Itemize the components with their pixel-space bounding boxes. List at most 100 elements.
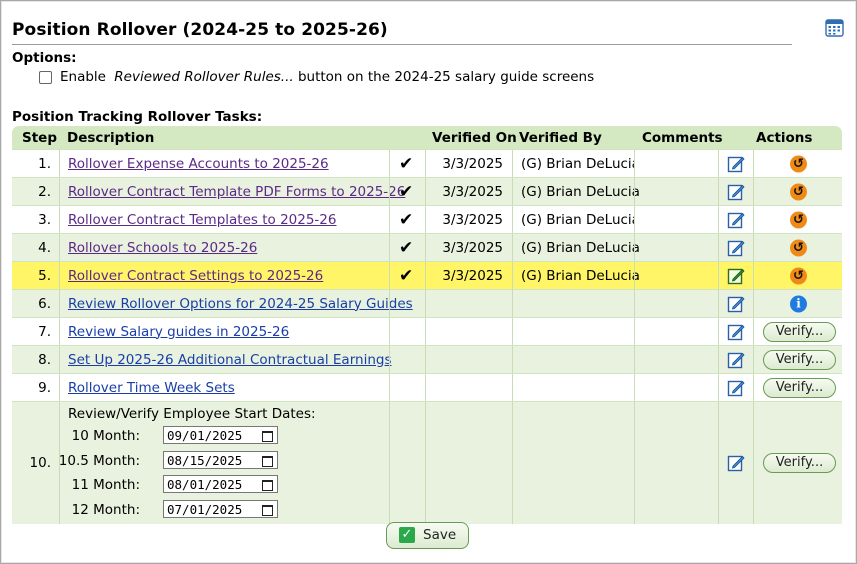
undo-icon[interactable]: ↺ (790, 183, 807, 200)
start-date-row: 11 Month: 08/01/2025 (60, 475, 380, 495)
calendar-picker-icon[interactable] (262, 455, 273, 467)
verified-by-cell (512, 402, 634, 524)
save-button[interactable]: ✓ Save (386, 522, 469, 549)
rollover-tasks-table: Step Description Verified On Verified By… (12, 126, 842, 524)
task-link[interactable]: Set Up 2025-26 Additional Contractual Ea… (68, 352, 392, 368)
edit-cell (718, 150, 753, 177)
verified-by-value: (G) Brian DeLucia (521, 211, 640, 228)
col-verified-on: Verified On (432, 130, 517, 146)
verified-on-cell (425, 402, 512, 524)
step-number: 3. (38, 211, 51, 228)
task-link[interactable]: Rollover Schools to 2025-26 (68, 240, 257, 256)
checkmark-icon: ✔ (399, 237, 414, 258)
verified-on-cell: 3/3/2025 (425, 234, 512, 261)
comments-cell (634, 346, 718, 373)
task-link[interactable]: Rollover Time Week Sets (68, 380, 235, 396)
step-cell: 7. (12, 318, 59, 345)
edit-note-icon[interactable] (727, 183, 745, 201)
edit-note-icon[interactable] (727, 351, 745, 369)
calendar-icon[interactable] (825, 18, 844, 37)
verified-by-cell: (G) Brian DeLucia (512, 150, 640, 177)
edit-cell (718, 234, 753, 261)
comments-cell (634, 178, 718, 205)
verified-by-value: (G) Brian DeLucia (521, 267, 640, 284)
verify-button[interactable]: Verify... (763, 453, 836, 473)
calendar-picker-icon[interactable] (262, 480, 273, 491)
description-cell: Rollover Contract Templates to 2025-26 (59, 206, 389, 233)
info-icon[interactable]: i (790, 295, 807, 312)
edit-note-icon[interactable] (727, 267, 745, 285)
verified-check-cell (389, 402, 425, 524)
table-row: 5. Rollover Contract Settings to 2025-26 ✔… (12, 261, 842, 289)
reviewed-rollover-rules-checkbox[interactable] (39, 70, 52, 84)
col-description: Description (67, 130, 155, 146)
save-label: Save (423, 527, 457, 543)
task-link[interactable]: Rollover Contract Settings to 2025-26 (68, 268, 323, 284)
step-number: 10. (29, 455, 51, 471)
verified-check-cell (389, 290, 425, 317)
verified-on-cell: 3/3/2025 (425, 206, 512, 233)
description-cell: Rollover Time Week Sets (59, 374, 389, 401)
start-date-input[interactable]: 08/15/2025 (163, 450, 278, 469)
calendar-picker-icon[interactable] (262, 431, 273, 442)
task-link[interactable]: Rollover Contract Templates to 2025-26 (68, 212, 336, 228)
edit-note-icon[interactable] (727, 454, 745, 472)
title-bar: Position Rollover (2024-25 to 2025-26) (12, 14, 792, 45)
edit-note-icon[interactable] (727, 323, 745, 341)
task-link[interactable]: Review Salary guides in 2025-26 (68, 324, 289, 340)
verified-by-cell: (G) Brian DeLucia (512, 262, 640, 289)
verified-on-cell: 3/3/2025 (425, 262, 512, 289)
edit-note-icon[interactable] (727, 155, 745, 173)
actions-cell: Verify... (753, 402, 842, 524)
task-link[interactable]: Rollover Expense Accounts to 2025-26 (68, 156, 329, 172)
edit-note-icon[interactable] (727, 295, 745, 313)
verified-by-value: (G) Brian DeLucia (521, 239, 640, 256)
col-step: Step (22, 130, 57, 146)
section-label: Position Tracking Rollover Tasks: (12, 109, 263, 125)
verified-on-value: 3/3/2025 (442, 183, 503, 200)
verified-on-cell: 3/3/2025 (425, 178, 512, 205)
verify-button[interactable]: Verify... (763, 377, 836, 398)
description-cell: Review/Verify Employee Start Dates: 10 Mo… (59, 402, 389, 524)
start-date-input[interactable]: 09/01/2025 (163, 426, 278, 444)
verified-by-value: (G) Brian DeLucia (521, 183, 640, 200)
description-cell: Rollover Contract Settings to 2025-26 (59, 262, 389, 289)
col-actions: Actions (756, 130, 813, 146)
verified-by-cell: (G) Brian DeLucia (512, 234, 640, 261)
step-cell: 4. (12, 234, 59, 261)
step-cell: 5. (12, 262, 59, 289)
edit-note-icon[interactable] (727, 211, 745, 229)
task-link[interactable]: Rollover Contract Template PDF Forms to … (68, 184, 405, 200)
actions-cell: ↺ (753, 234, 842, 261)
table-row: 3. Rollover Contract Templates to 2025-26… (12, 205, 842, 233)
start-date-input[interactable]: 07/01/2025 (163, 499, 278, 518)
checkmark-icon: ✔ (399, 181, 414, 202)
verified-check-cell (389, 318, 425, 345)
step-number: 2. (38, 183, 51, 200)
undo-icon[interactable]: ↺ (790, 267, 807, 284)
undo-icon[interactable]: ↺ (790, 155, 807, 172)
undo-icon[interactable]: ↺ (790, 239, 807, 256)
description-cell: Rollover Schools to 2025-26 (59, 234, 389, 261)
actions-cell: ↺ (753, 206, 842, 233)
start-date-input[interactable]: 08/01/2025 (163, 475, 278, 493)
actions-cell: ↺ (753, 262, 842, 289)
table-row: 7. Review Salary guides in 2025-26 Verify.… (12, 317, 842, 345)
verify-button[interactable]: Verify... (763, 321, 836, 342)
step-cell: 2. (12, 178, 59, 205)
description-cell: Rollover Contract Template PDF Forms to … (59, 178, 405, 205)
option-text-before: Enable (60, 69, 111, 85)
edit-note-icon[interactable] (727, 239, 745, 257)
description-cell: Rollover Expense Accounts to 2025-26 (59, 150, 389, 177)
verified-on-value: 3/3/2025 (442, 267, 503, 284)
task-link[interactable]: Review Rollover Options for 2024-25 Sala… (68, 296, 413, 312)
actions-cell: i (753, 290, 842, 317)
edit-cell (718, 374, 753, 401)
verify-button[interactable]: Verify... (763, 349, 836, 370)
edit-note-icon[interactable] (727, 379, 745, 397)
undo-icon[interactable]: ↺ (790, 211, 807, 228)
comments-cell (634, 402, 718, 524)
verified-on-cell (425, 318, 512, 345)
description-cell: Review Salary guides in 2025-26 (59, 318, 389, 345)
calendar-picker-icon[interactable] (262, 504, 273, 516)
